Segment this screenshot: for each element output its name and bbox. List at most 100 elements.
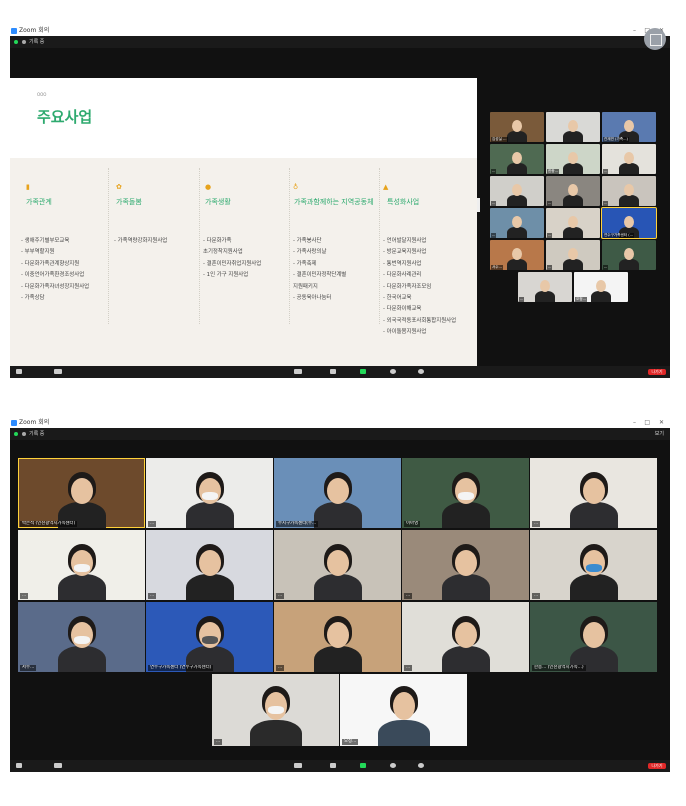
avatar[interactable]	[644, 28, 666, 50]
participant-name: 수지구가족센터(수...	[276, 521, 319, 527]
participant-video-tile[interactable]: 박은석 (인천광역시가족센터)	[18, 458, 145, 528]
participant-thumbnail[interactable]: 김성실 ...	[490, 112, 544, 142]
shield-icon[interactable]	[14, 432, 18, 436]
participant-name: 김성실 ...	[491, 137, 508, 142]
participants-icon[interactable]	[294, 369, 302, 374]
participant-video-tile[interactable]: 연수구가족센터 (연수구가족센터)	[146, 602, 273, 672]
participant-thumbnail[interactable]: ...	[546, 176, 600, 206]
minimize-button[interactable]: –	[633, 26, 636, 36]
participants-icon[interactable]	[294, 763, 302, 768]
meeting-info-bar: 기록 중	[10, 36, 670, 48]
participant-thumbnail[interactable]: ...	[546, 208, 600, 238]
meeting-toolbar: 나가기	[10, 366, 670, 378]
share-screen-icon[interactable]	[360, 763, 366, 768]
participant-thumbnail[interactable]: ...	[602, 176, 656, 206]
participant-thumbnail[interactable]: ...	[518, 272, 572, 302]
participant-video-tile[interactable]: 수지구가족센터(수...	[274, 458, 401, 528]
splitter-handle[interactable]	[477, 198, 480, 212]
recording-label: 기록 중	[29, 39, 45, 45]
zoom-logo-icon	[11, 28, 17, 34]
shield-icon[interactable]	[14, 40, 18, 44]
reactions-icon[interactable]	[418, 369, 424, 374]
leave-button[interactable]: 나가기	[648, 763, 666, 769]
mic-icon[interactable]	[16, 369, 22, 374]
record-icon	[22, 40, 26, 44]
leave-button[interactable]: 나가기	[648, 369, 666, 375]
participant-video-tile[interactable]: ...	[274, 530, 401, 600]
participant-video-tile[interactable]: ...	[146, 458, 273, 528]
participant-thumbnail[interactable]: ...	[490, 208, 544, 238]
participant-video-tile[interactable]: 오정...	[340, 674, 467, 746]
participant-video-tile[interactable]: ...	[274, 602, 401, 672]
view-button[interactable]: 보기	[655, 428, 664, 440]
meeting-toolbar: 나가기	[10, 760, 670, 772]
participant-thumbnail[interactable]: ...	[602, 240, 656, 270]
participant-thumbnail[interactable]	[546, 112, 600, 142]
participant-name: 한종...	[547, 169, 560, 174]
participant-name: ...	[276, 665, 285, 671]
participant-name: ...	[547, 233, 553, 238]
participant-name: ...	[491, 233, 497, 238]
participant-video-tile[interactable]: ...	[402, 530, 529, 600]
slide-column: ● 가족생활 - 다문화가족 초기정착지원사업 - 결혼이민자취업지원사업 - …	[201, 168, 290, 324]
participant-name: ...	[603, 201, 609, 206]
participant-video-tile[interactable]: ...	[18, 530, 145, 600]
zoom-window-gallery: Zoom 회의 – □ ✕ 기록 중 보기 박은석 (인천광역시가족센터)...…	[10, 418, 670, 772]
column-heading: 특성화사업	[387, 198, 420, 206]
participant-name: ...	[148, 521, 157, 527]
participant-name: 박은석 (인천광역시가족센터)	[20, 521, 78, 527]
column-heading: 가족과함께하는 지역공동체	[294, 198, 374, 206]
chat-icon[interactable]	[330, 369, 336, 374]
participant-name: ...	[276, 593, 285, 599]
slide-title: 주요사업	[37, 108, 93, 126]
thumbs-up-icon: ▲	[383, 183, 389, 191]
participant-video-tile[interactable]: 한종... (인천광역시가족...)	[530, 602, 657, 672]
slide-column: ▲ 특성화사업 - 언어발달지원사업 - 방문교육지원사업 - 통번역지원사업 …	[381, 168, 475, 336]
participant-video-tile[interactable]: ...	[402, 602, 529, 672]
maximize-button[interactable]: □	[644, 418, 650, 428]
slide-small-label: OOO	[37, 92, 47, 97]
record-button-icon[interactable]	[390, 763, 396, 768]
participant-name: ...	[491, 169, 497, 174]
video-icon[interactable]	[54, 763, 62, 768]
mic-icon[interactable]	[16, 763, 22, 768]
participant-thumbnail[interactable]: ...	[490, 176, 544, 206]
participant-name: ...	[547, 201, 553, 206]
plant-icon: ✿	[116, 183, 122, 191]
book-icon: ▮	[26, 183, 30, 191]
participant-video-tile[interactable]: 서수...	[18, 602, 145, 672]
participant-name: 오정...	[575, 297, 588, 302]
participant-video-tile[interactable]: ...	[212, 674, 339, 746]
participant-thumbnail[interactable]: 오정...	[574, 272, 628, 302]
chat-icon[interactable]	[330, 763, 336, 768]
participant-thumbnail[interactable]: ...	[490, 144, 544, 174]
minimize-button[interactable]: –	[633, 418, 636, 428]
recording-label: 기록 중	[29, 431, 45, 437]
participant-name: ...	[404, 593, 413, 599]
close-button[interactable]: ✕	[659, 418, 664, 428]
participant-thumbnail[interactable]: 한종...	[546, 144, 600, 174]
zoom-logo-icon	[11, 420, 17, 426]
share-screen-icon[interactable]	[360, 369, 366, 374]
participant-video-tile[interactable]: 이아영	[402, 458, 529, 528]
participant-video-tile[interactable]: ...	[530, 530, 657, 600]
participant-video-tile[interactable]: ...	[530, 458, 657, 528]
participant-thumbnail[interactable]: 관계연 (가족...)	[602, 112, 656, 142]
column-items: - 가족봉사단 - 가족사랑의날 - 가족축제 - 결혼이민자정착단계별 지원패…	[293, 238, 347, 302]
participant-name: ...	[148, 593, 157, 599]
reactions-icon[interactable]	[418, 763, 424, 768]
column-heading: 가족돌봄	[116, 198, 142, 206]
column-items: - 다문화가족 초기정착지원사업 - 결혼이민자취업지원사업 - 1인 가구 지…	[203, 238, 262, 279]
participant-thumbnail[interactable]: ...	[546, 240, 600, 270]
column-items: - 언어발달지원사업 - 방문교육지원사업 - 통번역지원사업 - 다문화사례관…	[383, 238, 457, 336]
participant-name: ...	[20, 593, 29, 599]
participant-video-tile[interactable]: ...	[146, 530, 273, 600]
participant-name: 서수...	[491, 265, 504, 270]
video-icon[interactable]	[54, 369, 62, 374]
participant-thumbnail[interactable]: 연수구가족센터 (...	[601, 207, 657, 239]
record-button-icon[interactable]	[390, 369, 396, 374]
participant-name: ...	[603, 265, 609, 270]
participant-thumbnail[interactable]: ...	[602, 144, 656, 174]
participant-thumbnail[interactable]: 서수...	[490, 240, 544, 270]
slide-column: ♁ 가족과함께하는 지역공동체 - 가족봉사단 - 가족사랑의날 - 가족축제 …	[291, 168, 380, 324]
